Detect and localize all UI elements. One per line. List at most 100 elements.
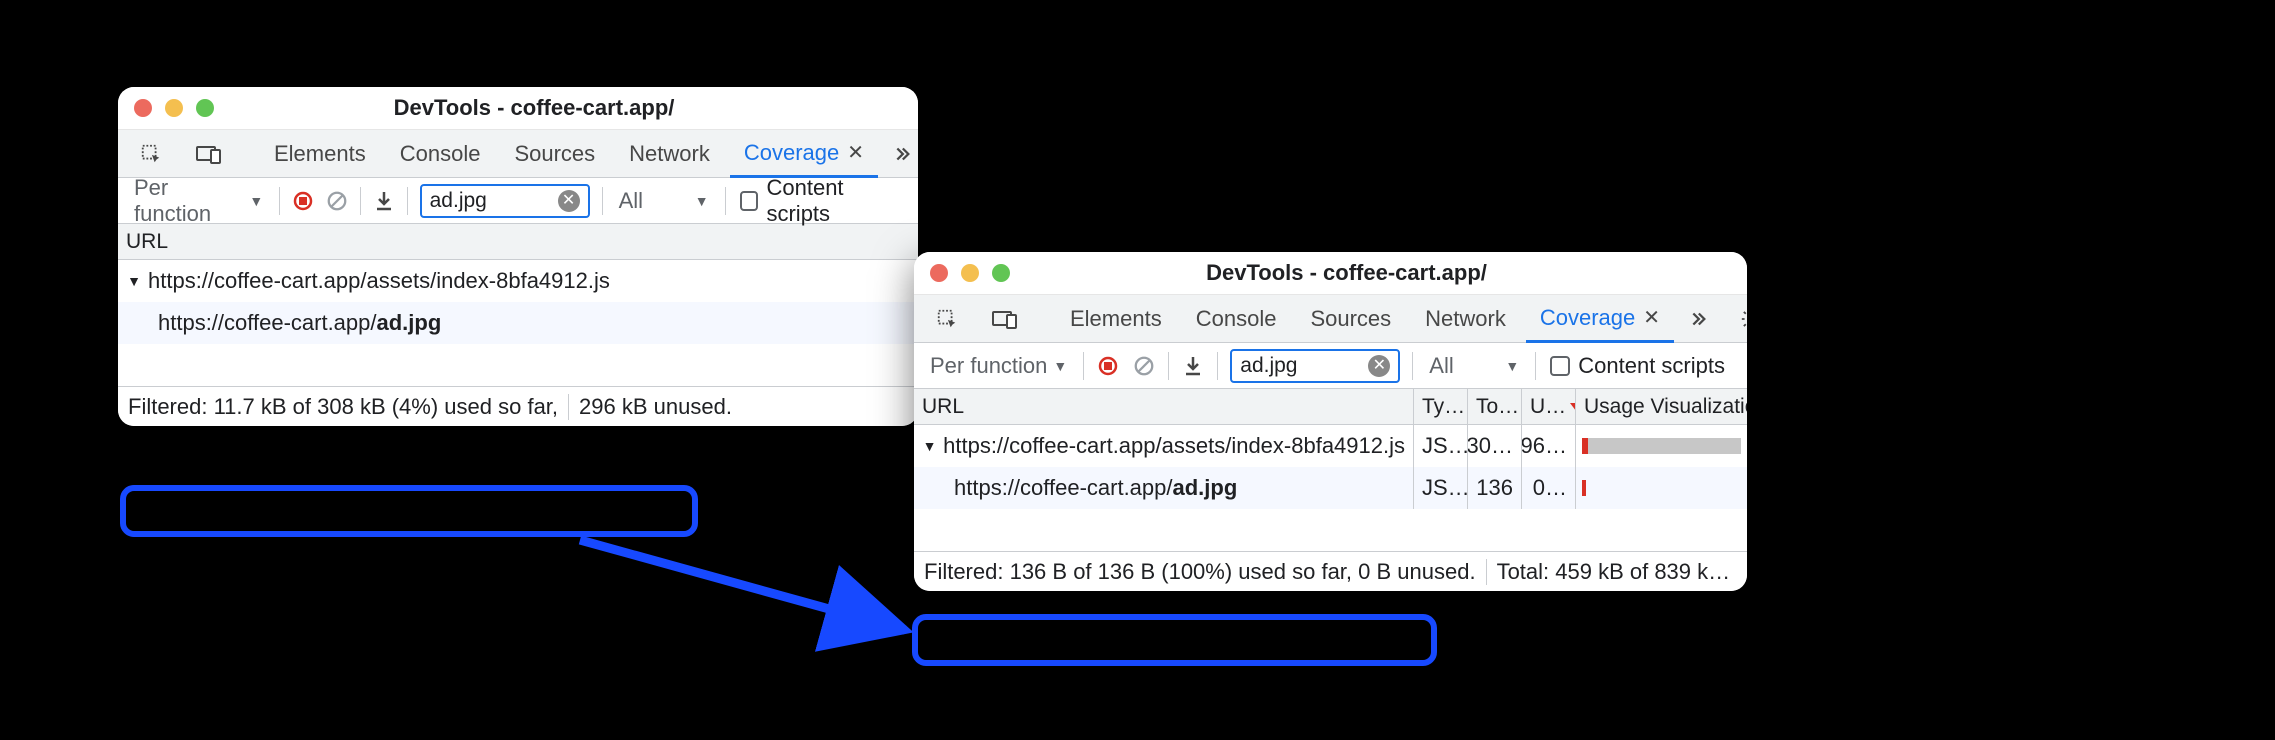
tab-network[interactable]: Network	[615, 130, 724, 177]
checkbox-icon	[1550, 356, 1570, 376]
row-url: https://coffee-cart.app/assets/index-8bf…	[943, 433, 1405, 459]
clear-filter-icon[interactable]: ✕	[558, 190, 580, 212]
table-row[interactable]: https://coffee-cart.app/ad.jpg JS… 136 0…	[914, 467, 1747, 509]
cell-usage-bar	[1576, 467, 1747, 509]
tab-coverage[interactable]: Coverage ✕	[730, 131, 878, 178]
row-url-prefix: https://coffee-cart.app/	[158, 310, 377, 336]
column-visualization[interactable]: Usage Visualization	[1576, 389, 1747, 424]
chevron-down-icon: ▼	[1505, 358, 1519, 374]
inspect-icon[interactable]	[126, 130, 176, 177]
cell-unused: 96…	[1522, 425, 1576, 467]
chevron-down-icon: ▼	[1053, 358, 1067, 374]
table-row[interactable]: ▼ https://coffee-cart.app/assets/index-8…	[118, 260, 918, 302]
clear-filter-icon[interactable]: ✕	[1368, 355, 1390, 377]
record-button[interactable]	[286, 191, 320, 211]
coverage-toolbar: Per function ▼ ad.jpg ✕ All ▼	[914, 343, 1747, 389]
tab-sources[interactable]: Sources	[1296, 295, 1405, 342]
row-url-prefix: https://coffee-cart.app/	[954, 475, 1173, 501]
more-tabs-icon[interactable]	[1680, 295, 1714, 342]
content-scripts-toggle[interactable]: Content scripts	[1542, 353, 1733, 379]
tab-console[interactable]: Console	[386, 130, 495, 177]
status-bar: Filtered: 11.7 kB of 308 kB (4%) used so…	[118, 386, 918, 426]
tabs-bar: Elements Console Sources Network Coverag…	[118, 130, 918, 178]
content-scripts-label: Content scripts	[766, 175, 903, 227]
cell-type: JS…	[1414, 425, 1468, 467]
record-button[interactable]	[1090, 356, 1126, 376]
annotation-highlight	[912, 614, 1437, 666]
tab-sources[interactable]: Sources	[500, 130, 609, 177]
close-window-button[interactable]	[134, 99, 152, 117]
zoom-window-button[interactable]	[196, 99, 214, 117]
tabs-bar: Elements Console Sources Network Coverag…	[914, 295, 1747, 343]
more-tabs-icon[interactable]	[884, 130, 918, 177]
devtools-window-after: DevTools - coffee-cart.app/ Elements Con…	[914, 252, 1747, 591]
minimize-window-button[interactable]	[961, 264, 979, 282]
url-filter-value: ad.jpg	[430, 189, 558, 213]
export-button[interactable]	[1175, 355, 1211, 377]
row-url-match: ad.jpg	[377, 310, 442, 336]
minimize-window-button[interactable]	[165, 99, 183, 117]
table-header: URL	[118, 224, 918, 260]
column-unused[interactable]: U…	[1522, 389, 1576, 424]
tab-console[interactable]: Console	[1182, 295, 1291, 342]
tab-network[interactable]: Network	[1411, 295, 1520, 342]
clear-button[interactable]	[1126, 355, 1162, 377]
chevron-down-icon: ▼	[249, 193, 263, 209]
devtools-window-before: DevTools - coffee-cart.app/ Elements Con…	[118, 87, 918, 426]
status-filtered: Filtered: 11.7 kB of 308 kB (4%) used so…	[118, 394, 568, 420]
expand-icon[interactable]: ▼	[126, 273, 142, 289]
close-window-button[interactable]	[930, 264, 948, 282]
tab-coverage[interactable]: Coverage ✕	[1526, 296, 1674, 343]
granularity-label: Per function	[930, 353, 1047, 379]
column-type[interactable]: Ty…	[1414, 389, 1468, 424]
tab-elements[interactable]: Elements	[260, 130, 380, 177]
export-button[interactable]	[367, 190, 401, 212]
cell-total: 136	[1468, 467, 1522, 509]
cell-usage-bar	[1576, 425, 1747, 467]
cell-type: JS…	[1414, 467, 1468, 509]
annotation-highlight	[120, 485, 698, 537]
cell-total: 30…	[1468, 425, 1522, 467]
settings-icon[interactable]	[1726, 295, 1747, 342]
type-filter-dropdown[interactable]: All ▼	[609, 188, 719, 214]
status-filtered: Filtered: 136 B of 136 B (100%) used so …	[914, 559, 1486, 585]
column-url[interactable]: URL	[118, 224, 918, 259]
traffic-lights	[914, 264, 1026, 282]
zoom-window-button[interactable]	[992, 264, 1010, 282]
status-bar: Filtered: 136 B of 136 B (100%) used so …	[914, 551, 1747, 591]
close-tab-icon[interactable]: ✕	[847, 140, 864, 165]
checkbox-icon	[740, 191, 759, 211]
expand-icon[interactable]: ▼	[922, 438, 937, 454]
tab-elements[interactable]: Elements	[1056, 295, 1176, 342]
type-filter-label: All	[619, 188, 689, 214]
status-total: Total: 459 kB of 839 kB (55%) used so fa…	[1486, 559, 1747, 585]
column-url[interactable]: URL	[914, 389, 1414, 424]
titlebar: DevTools - coffee-cart.app/	[914, 252, 1747, 295]
row-url: https://coffee-cart.app/assets/index-8bf…	[148, 268, 610, 294]
coverage-toolbar: Per function ▼ ad.jpg ✕ All ▼	[118, 178, 918, 224]
clear-button[interactable]	[320, 190, 354, 212]
close-tab-icon[interactable]: ✕	[1643, 305, 1660, 330]
table-row[interactable]: https://coffee-cart.app/ad.jpg	[118, 302, 918, 344]
url-filter-input[interactable]: ad.jpg ✕	[1230, 349, 1400, 383]
column-total[interactable]: To…	[1468, 389, 1522, 424]
content-scripts-toggle[interactable]: Content scripts	[732, 175, 912, 227]
granularity-label: Per function	[134, 175, 243, 227]
table-body: ▼ https://coffee-cart.app/assets/index-8…	[914, 425, 1747, 551]
table-header: URL Ty… To… U… Usage Visualization	[914, 389, 1747, 425]
inspect-icon[interactable]	[922, 295, 972, 342]
type-filter-dropdown[interactable]: All ▼	[1419, 353, 1529, 379]
tab-coverage-label: Coverage	[1540, 305, 1635, 331]
granularity-dropdown[interactable]: Per function ▼	[920, 353, 1077, 379]
traffic-lights	[118, 99, 230, 117]
device-toolbar-icon[interactable]	[182, 130, 236, 177]
table-row[interactable]: ▼ https://coffee-cart.app/assets/index-8…	[914, 425, 1747, 467]
device-toolbar-icon[interactable]	[978, 295, 1032, 342]
table-body: ▼ https://coffee-cart.app/assets/index-8…	[118, 260, 918, 386]
status-total: 296 kB unused.	[568, 394, 918, 420]
granularity-dropdown[interactable]: Per function ▼	[124, 175, 273, 227]
content-scripts-label: Content scripts	[1578, 353, 1725, 379]
url-filter-input[interactable]: ad.jpg ✕	[420, 184, 590, 218]
window-title: DevTools - coffee-cart.app/	[1026, 260, 1747, 286]
chevron-down-icon: ▼	[695, 193, 709, 209]
